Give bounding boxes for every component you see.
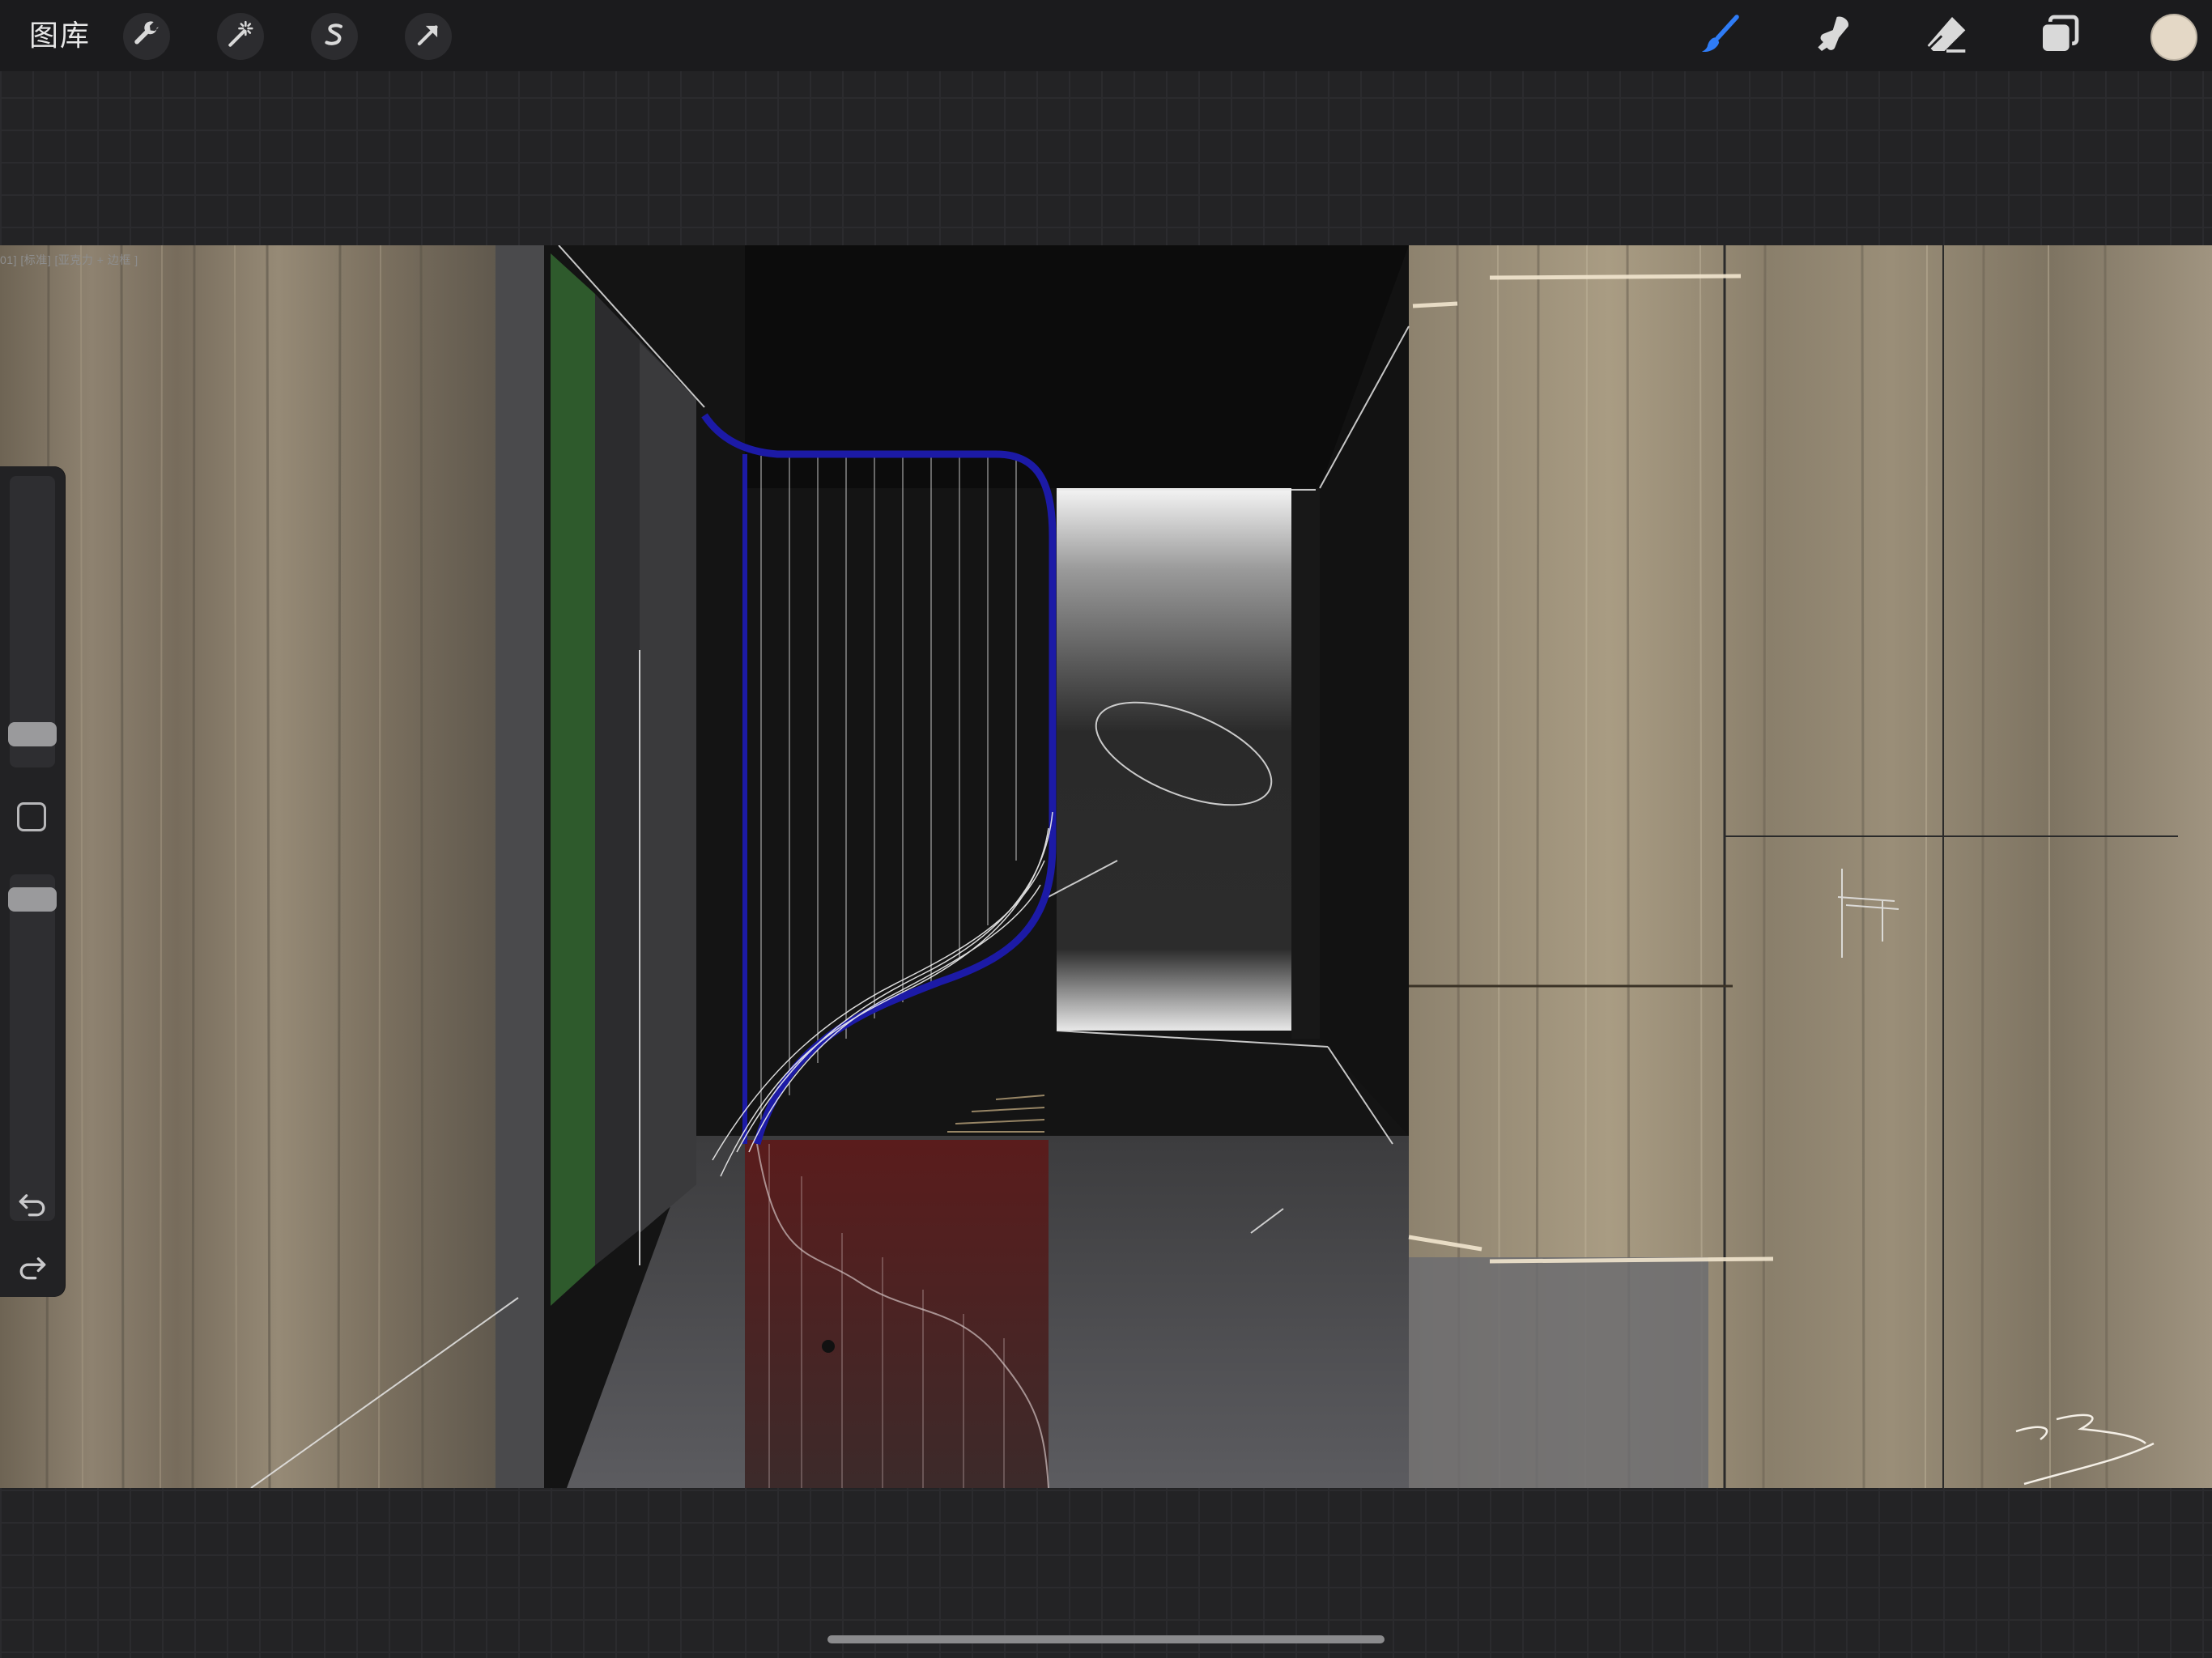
redo-button[interactable] xyxy=(15,1248,50,1284)
brush-size-thumb[interactable] xyxy=(8,722,57,746)
gallery-button[interactable]: 图库 xyxy=(29,16,91,55)
layers-icon xyxy=(2037,11,2082,61)
actions-button[interactable] xyxy=(123,13,170,60)
smudge-tool-button[interactable] xyxy=(1807,10,1859,62)
redo-icon xyxy=(15,1257,50,1287)
brush-icon xyxy=(1697,11,1742,61)
smudge-icon xyxy=(1810,11,1856,61)
canvas-label: 01] [标准] [亚克力 + 边框 ] xyxy=(0,253,138,266)
undo-button[interactable] xyxy=(15,1185,50,1221)
home-indicator[interactable] xyxy=(827,1635,1385,1643)
eraser-icon xyxy=(1924,11,1969,61)
top-toolbar: 图库 xyxy=(0,0,2212,71)
selection-button[interactable] xyxy=(311,13,358,60)
magic-wand-icon xyxy=(225,19,256,54)
eraser-tool-button[interactable] xyxy=(1921,10,1972,62)
undo-icon xyxy=(15,1194,50,1224)
left-sidebar xyxy=(0,466,65,1297)
opacity-slider[interactable] xyxy=(10,874,55,1221)
modify-square-icon[interactable] xyxy=(17,802,46,831)
brush-tool-button[interactable] xyxy=(1694,10,1746,62)
selection-s-icon xyxy=(319,19,350,54)
canvas-artwork xyxy=(0,245,2212,1488)
adjustments-button[interactable] xyxy=(217,13,264,60)
transform-button[interactable] xyxy=(405,13,452,60)
color-picker-button[interactable] xyxy=(2150,14,2197,61)
layers-button[interactable] xyxy=(2034,10,2086,62)
transform-arrow-icon xyxy=(413,19,444,54)
drawing-canvas[interactable]: 01] [标准] [亚克力 + 边框 ] xyxy=(0,245,2212,1488)
wrench-icon xyxy=(131,19,162,54)
opacity-thumb[interactable] xyxy=(8,887,57,912)
